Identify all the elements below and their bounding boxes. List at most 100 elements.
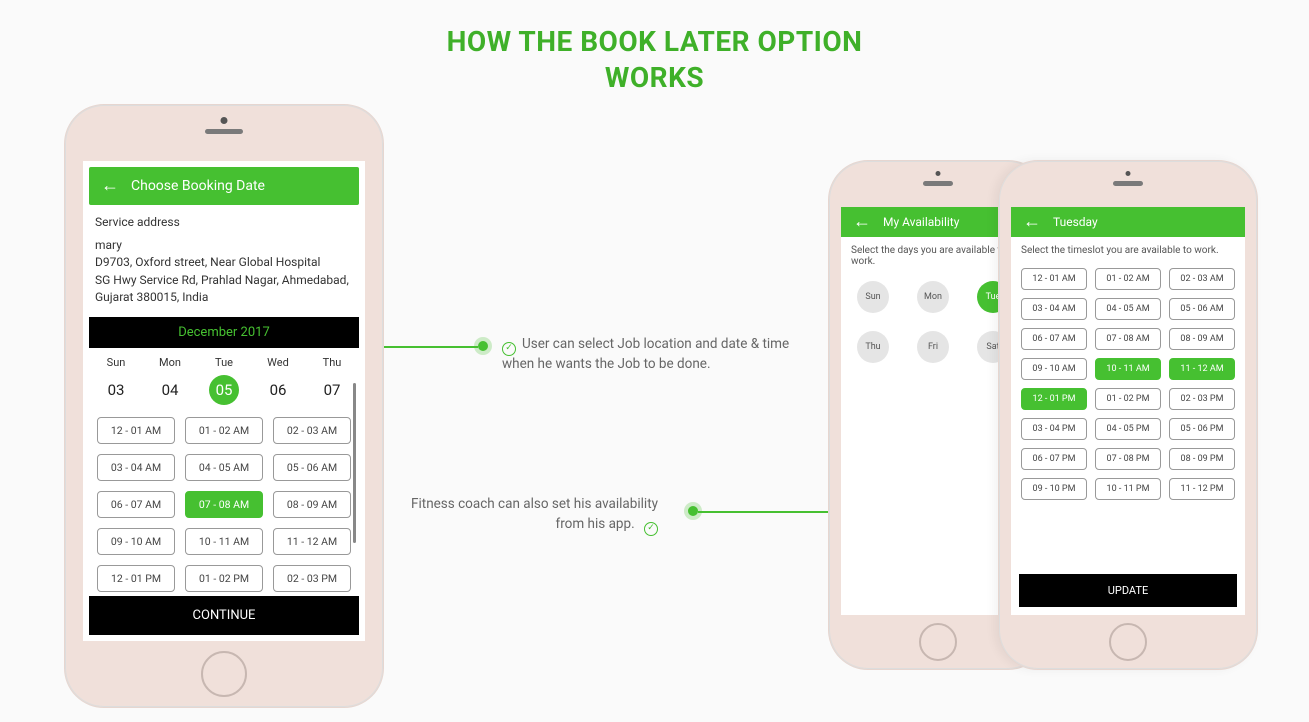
date-column[interactable]: Mon 04: [146, 356, 195, 405]
service-address-label: Service address: [83, 205, 365, 233]
time-slot-button[interactable]: 01 - 02 PM: [185, 565, 263, 592]
day-name: Mon: [146, 356, 195, 369]
time-slot-button[interactable]: 01 - 02 AM: [185, 417, 263, 444]
slot-row: 03 - 04 AM 04 - 05 AM 05 - 06 AM: [91, 454, 357, 481]
day-number[interactable]: 06: [263, 375, 293, 405]
update-button[interactable]: UPDATE: [1019, 574, 1237, 607]
time-slot-chip[interactable]: 02 - 03 PM: [1169, 388, 1235, 410]
appbar-title: My Availability: [883, 215, 959, 229]
phone-day-timeslots: ← Tuesday Select the timeslot you are av…: [998, 160, 1258, 670]
appbar-booking: ← Choose Booking Date: [89, 167, 359, 205]
time-slot-chip[interactable]: 12 - 01 PM: [1021, 388, 1087, 410]
time-slot-chip[interactable]: 03 - 04 PM: [1021, 418, 1087, 440]
address-line2: SG Hwy Service Rd, Prahlad Nagar, Ahmeda…: [95, 272, 353, 289]
day-number[interactable]: 07: [317, 375, 347, 405]
date-column[interactable]: Wed06: [254, 356, 303, 405]
time-slot-chip[interactable]: 01 - 02 AM: [1095, 268, 1161, 290]
screen-booking: ← Choose Booking Date Service address ma…: [83, 161, 365, 641]
time-slot-button[interactable]: 04 - 05 AM: [185, 454, 263, 481]
address-line1: D9703, Oxford street, Near Global Hospit…: [95, 254, 353, 271]
time-slot-chip[interactable]: 01 - 02 PM: [1095, 388, 1161, 410]
time-slot-button[interactable]: 08 - 09 AM: [273, 491, 351, 518]
time-slot-chip[interactable]: 11 - 12 AM: [1169, 358, 1235, 380]
time-slot-chip[interactable]: 09 - 10 PM: [1021, 478, 1087, 500]
day-number[interactable]: 05: [209, 375, 239, 405]
screen-availability-slots: ← Tuesday Select the timeslot you are av…: [1011, 207, 1245, 615]
phone-camera-icon: [1126, 171, 1131, 176]
date-column[interactable]: Tue 05: [200, 356, 249, 405]
phone-home-button[interactable]: [919, 623, 957, 661]
time-slot-chip[interactable]: 02 - 03 AM: [1169, 268, 1235, 290]
day-name: Tue: [200, 356, 249, 369]
day-number[interactable]: 04: [155, 375, 185, 405]
date-column[interactable]: Sun03: [92, 356, 141, 405]
day-chip[interactable]: Sun: [857, 281, 889, 313]
phone-user-booking: ← Choose Booking Date Service address ma…: [64, 104, 384, 708]
check-icon: ✓: [644, 522, 658, 536]
time-slot-chip[interactable]: 06 - 07 PM: [1021, 448, 1087, 470]
connector-line-2: [698, 511, 828, 513]
phone-speaker-icon: [1113, 181, 1143, 186]
time-slot-chip[interactable]: 04 - 05 AM: [1095, 298, 1161, 320]
time-slot-chip[interactable]: 09 - 10 AM: [1021, 358, 1087, 380]
back-arrow-icon[interactable]: ←: [101, 177, 119, 195]
day-chip[interactable]: Mon: [917, 281, 949, 313]
back-arrow-icon[interactable]: ←: [1023, 213, 1041, 231]
time-slot-chip[interactable]: 12 - 01 AM: [1021, 268, 1087, 290]
time-slot-button[interactable]: 03 - 04 AM: [97, 454, 175, 481]
connector-line-1: [384, 346, 478, 348]
time-slot-button[interactable]: 09 - 10 AM: [97, 528, 175, 555]
time-slot-button[interactable]: 02 - 03 AM: [273, 417, 351, 444]
day-chip[interactable]: Fri: [917, 331, 949, 363]
time-slot-chip[interactable]: 03 - 04 AM: [1021, 298, 1087, 320]
date-column[interactable]: Thu 07: [308, 356, 357, 405]
time-slot-chip[interactable]: 10 - 11 PM: [1095, 478, 1161, 500]
time-slot-chip[interactable]: 10 - 11 AM: [1095, 358, 1161, 380]
slot-row: 06 - 07 AM 07 - 08 AM 08 - 09 AM: [91, 491, 357, 518]
check-icon: ✓: [502, 342, 516, 356]
scrollbar-vertical[interactable]: [353, 383, 356, 543]
day-number[interactable]: 03: [101, 375, 131, 405]
day-name: Thu: [308, 356, 357, 369]
connector-dot-1: [478, 341, 488, 351]
phone-home-button[interactable]: [201, 651, 247, 697]
day-chip[interactable]: Thu: [857, 331, 889, 363]
date-picker-row: Sun03 Mon 04 Tue 05 Wed06 Thu 07: [83, 348, 365, 409]
time-slot-button[interactable]: 07 - 08 AM: [185, 491, 263, 518]
slot-row: 12 - 01 PM 01 - 02 PM 02 - 03 PM: [91, 565, 357, 592]
caption-2-text: Fitness coach can also set his availabil…: [411, 496, 658, 532]
back-arrow-icon[interactable]: ←: [853, 213, 871, 231]
time-slot-button[interactable]: 12 - 01 AM: [97, 417, 175, 444]
phone-camera-icon: [936, 171, 941, 176]
slot-row: 09 - 10 AM 10 - 11 AM 11 - 12 AM: [91, 528, 357, 555]
page-title: HOW THE BOOK LATER OPTION WORKS: [0, 0, 1309, 97]
title-line1: HOW THE BOOK LATER OPTION: [447, 25, 863, 58]
caption-1-text: User can select Job location and date & …: [502, 336, 789, 372]
continue-button[interactable]: CONTINUE: [89, 596, 359, 635]
time-slot-chip[interactable]: 08 - 09 PM: [1169, 448, 1235, 470]
time-slot-grid: 12 - 01 AM 01 - 02 AM 02 - 03 AM 03 - 04 AM…: [83, 409, 365, 592]
time-slot-chip[interactable]: 07 - 08 PM: [1095, 448, 1161, 470]
timeslot-grid: 12 - 01 AM 01 - 02 AM 02 - 03 AM 03 - 04 AM…: [1011, 264, 1245, 504]
time-slot-button[interactable]: 12 - 01 PM: [97, 565, 175, 592]
time-slot-button[interactable]: 11 - 12 AM: [273, 528, 351, 555]
time-slot-button[interactable]: 05 - 06 AM: [273, 454, 351, 481]
time-slot-chip[interactable]: 06 - 07 AM: [1021, 328, 1087, 350]
phone-speaker-icon: [923, 181, 953, 186]
time-slot-button[interactable]: 06 - 07 AM: [97, 491, 175, 518]
time-slot-button[interactable]: 02 - 03 PM: [273, 565, 351, 592]
time-slot-chip[interactable]: 11 - 12 PM: [1169, 478, 1235, 500]
month-header: December 2017: [89, 317, 359, 348]
phone-camera-icon: [221, 117, 228, 124]
phone-speaker-icon: [205, 129, 243, 134]
time-slot-chip[interactable]: 04 - 05 PM: [1095, 418, 1161, 440]
phone-home-button[interactable]: [1109, 623, 1147, 661]
time-slot-button[interactable]: 10 - 11 AM: [185, 528, 263, 555]
address-line3: Gujarat 380015, India: [95, 289, 353, 306]
time-slot-chip[interactable]: 08 - 09 AM: [1169, 328, 1235, 350]
time-slot-chip[interactable]: 07 - 08 AM: [1095, 328, 1161, 350]
time-slot-chip[interactable]: 05 - 06 PM: [1169, 418, 1235, 440]
time-slot-chip[interactable]: 05 - 06 AM: [1169, 298, 1235, 320]
address-name: mary: [95, 237, 353, 254]
connector-dot-2: [688, 506, 698, 516]
